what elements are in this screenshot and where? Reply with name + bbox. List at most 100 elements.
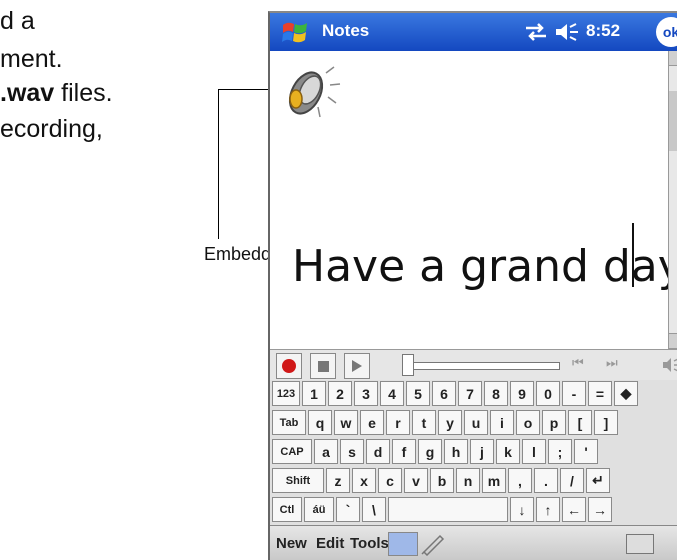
key[interactable]: v: [404, 468, 428, 493]
key[interactable]: ↑: [536, 497, 560, 522]
key[interactable]: 2: [328, 381, 352, 406]
playback-slider-thumb[interactable]: [402, 354, 414, 376]
vertical-scrollbar[interactable]: [668, 51, 677, 349]
key[interactable]: e: [360, 410, 384, 435]
keyboard-toggle-icon[interactable]: [388, 532, 418, 556]
keyboard-row: Shift z x c v b n m,. / ↵: [272, 468, 610, 495]
key[interactable]: =: [588, 381, 612, 406]
key[interactable]: 8: [484, 381, 508, 406]
key[interactable]: a: [314, 439, 338, 464]
key[interactable]: 4: [380, 381, 404, 406]
key[interactable]: 123: [272, 381, 300, 406]
scroll-up-arrow[interactable]: [669, 51, 677, 66]
note-text[interactable]: Have a grand day!: [292, 241, 677, 292]
text-caret: [632, 223, 634, 287]
key[interactable]: 1: [302, 381, 326, 406]
key[interactable]: ◆: [614, 381, 638, 406]
key[interactable]: Ctl: [272, 497, 302, 522]
menu-edit[interactable]: Edit: [316, 535, 344, 552]
key[interactable]: p: [542, 410, 566, 435]
key[interactable]: 7: [458, 381, 482, 406]
key[interactable]: Tab: [272, 410, 306, 435]
manual-line-1: d a: [0, 7, 35, 35]
skip-forward-button[interactable]: ⏭: [606, 356, 618, 374]
key[interactable]: d: [366, 439, 390, 464]
key[interactable]: w: [334, 410, 358, 435]
ok-button[interactable]: ok: [656, 17, 677, 47]
key[interactable]: áü: [304, 497, 334, 522]
embedded-recording-speaker-icon[interactable]: [280, 57, 350, 123]
key[interactable]: ↵: [586, 468, 610, 493]
skip-back-button[interactable]: ⏮: [572, 356, 584, 374]
menu-new[interactable]: New: [276, 535, 307, 552]
callout-line-vertical: [218, 89, 219, 239]
key[interactable]: ]: [594, 410, 618, 435]
playback-slider-track[interactable]: [408, 362, 560, 370]
key[interactable]: →: [588, 497, 612, 522]
key[interactable]: s: [340, 439, 364, 464]
record-icon: [282, 359, 296, 373]
key[interactable]: u: [464, 410, 488, 435]
key[interactable]: r: [386, 410, 410, 435]
manual-line-3: .wav files.: [0, 78, 113, 108]
key-space[interactable]: [388, 497, 508, 522]
key[interactable]: 5: [406, 381, 430, 406]
key[interactable]: m: [482, 468, 506, 493]
key[interactable]: z: [326, 468, 350, 493]
key[interactable]: `: [336, 497, 360, 522]
scroll-thumb[interactable]: [669, 91, 677, 151]
menu-bar: New Edit Tools: [270, 525, 677, 560]
manual-line-3-rest: files.: [54, 79, 113, 107]
key[interactable]: ←: [562, 497, 586, 522]
clock-time[interactable]: 8:52: [586, 21, 620, 41]
stop-button[interactable]: [310, 353, 336, 379]
app-title: Notes: [322, 21, 370, 40]
key[interactable]: n: [456, 468, 480, 493]
key[interactable]: o: [516, 410, 540, 435]
key[interactable]: CAP: [272, 439, 312, 464]
key[interactable]: c: [378, 468, 402, 493]
input-panel-icon[interactable]: [626, 534, 654, 554]
key[interactable]: \: [362, 497, 386, 522]
pen-icon[interactable]: [420, 532, 446, 556]
key[interactable]: b: [430, 468, 454, 493]
key[interactable]: t: [412, 410, 436, 435]
key[interactable]: j: [470, 439, 494, 464]
key[interactable]: h: [444, 439, 468, 464]
key[interactable]: /: [560, 468, 584, 493]
key[interactable]: f: [392, 439, 416, 464]
key[interactable]: k: [496, 439, 520, 464]
key[interactable]: q: [308, 410, 332, 435]
key[interactable]: -: [562, 381, 586, 406]
key[interactable]: g: [418, 439, 442, 464]
menu-tools[interactable]: Tools: [350, 535, 389, 552]
key[interactable]: 0: [536, 381, 560, 406]
manual-line-2: ment.: [0, 45, 63, 73]
key[interactable]: i: [490, 410, 514, 435]
scroll-down-arrow[interactable]: [669, 333, 677, 349]
key[interactable]: 6: [432, 381, 456, 406]
play-icon: [352, 360, 362, 372]
keyboard-row: Tab q w e r t y u i o p[]: [272, 410, 618, 437]
connectivity-icon[interactable]: [524, 23, 548, 41]
windows-start-icon[interactable]: [280, 17, 310, 47]
key[interactable]: 9: [510, 381, 534, 406]
key[interactable]: ,: [508, 468, 532, 493]
key[interactable]: .: [534, 468, 558, 493]
play-button[interactable]: [344, 353, 370, 379]
key[interactable]: l: [522, 439, 546, 464]
key[interactable]: y: [438, 410, 462, 435]
key[interactable]: ↓: [510, 497, 534, 522]
record-button[interactable]: [276, 353, 302, 379]
key[interactable]: x: [352, 468, 376, 493]
volume-icon[interactable]: [554, 22, 580, 42]
key[interactable]: 3: [354, 381, 378, 406]
recording-volume-icon[interactable]: [662, 356, 677, 374]
key[interactable]: Shift: [272, 468, 324, 493]
keyboard-row: CAP a s d f g h j k l; ': [272, 439, 598, 466]
key[interactable]: ': [574, 439, 598, 464]
key[interactable]: ;: [548, 439, 572, 464]
keyboard-row: 123 1 2 3 4 5 6 7 8 9 0- = ◆: [272, 381, 638, 408]
note-canvas[interactable]: Have a grand day!: [270, 51, 677, 349]
key[interactable]: [: [568, 410, 592, 435]
